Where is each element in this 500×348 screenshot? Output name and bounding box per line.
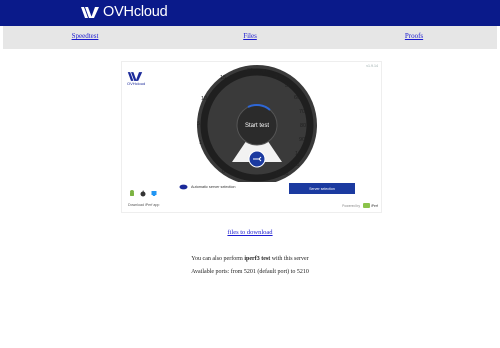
app-download-icons [129,190,157,197]
cloud-icon [179,184,188,190]
scale-label: 60 [294,95,300,101]
files-to-download-link[interactable]: files to download [227,229,272,236]
server-mode: Automatic server selection [179,184,236,190]
windows-icon[interactable] [151,190,157,197]
scale-label: 40 [274,74,280,80]
ports-info-line: Available ports: from 5201 (default port… [191,269,309,275]
main-nav: Speedtest Files Proofs [3,26,497,49]
nav-files-link[interactable]: Files [243,32,257,40]
scale-label: 1 [199,140,202,146]
scale-label: 5 [197,121,200,127]
nav-speedtest-link[interactable]: Speedtest [72,32,99,40]
apple-icon[interactable] [140,190,146,197]
brand-name: OVHcloud [103,4,168,20]
iperf-info-bold: iperf3 test [244,256,271,262]
scale-label: 70 [299,109,305,115]
scale-label: 20 [247,68,253,74]
scale-label: 80 [300,123,306,129]
download-app-label[interactable]: Download iPerf app [128,203,159,207]
top-bar: OVHcloud [0,0,500,26]
scale-label: 1Gb [289,162,299,168]
scale-label: 90 [299,137,305,143]
android-icon[interactable] [129,190,135,197]
scale-label: 30 [261,69,267,75]
scale-label: 10Gb [275,171,288,177]
iperf-logo: iPerf [363,203,378,208]
speedtest-widget: v1.9.14 OVHcloud 0 1 5 10 15 20 30 40 50… [121,61,382,213]
nav-proofs-link[interactable]: Proofs [405,32,423,40]
speed-gauge: 0 1 5 10 15 20 30 40 50 60 70 80 90 100 … [197,65,317,182]
scale-label: 50 [285,83,291,89]
ovhcloud-logo[interactable]: OVHcloud [80,4,168,20]
scale-label: 15 [220,75,226,81]
scale-label: 10 [201,96,207,102]
iperf-info-suffix: with this server [270,256,309,262]
iperf-info-line: You can also perform iperf3 test with th… [191,256,308,262]
powered-by-label: Powered by [342,203,361,208]
scale-label: 0 [222,169,225,175]
scale-label: 100 [295,151,304,157]
server-selection-button[interactable]: Server selection [289,183,355,194]
ovh-logo-icon [81,6,99,18]
iperf-logo-icon [363,203,371,208]
powered-by: Powered by iPerf [342,203,378,208]
iperf-info-prefix: You can also perform [191,256,245,262]
start-test-button[interactable]: Start test [245,123,269,129]
iperf-logo-text: iPerf [371,203,378,208]
server-mode-label: Automatic server selection [191,185,236,189]
